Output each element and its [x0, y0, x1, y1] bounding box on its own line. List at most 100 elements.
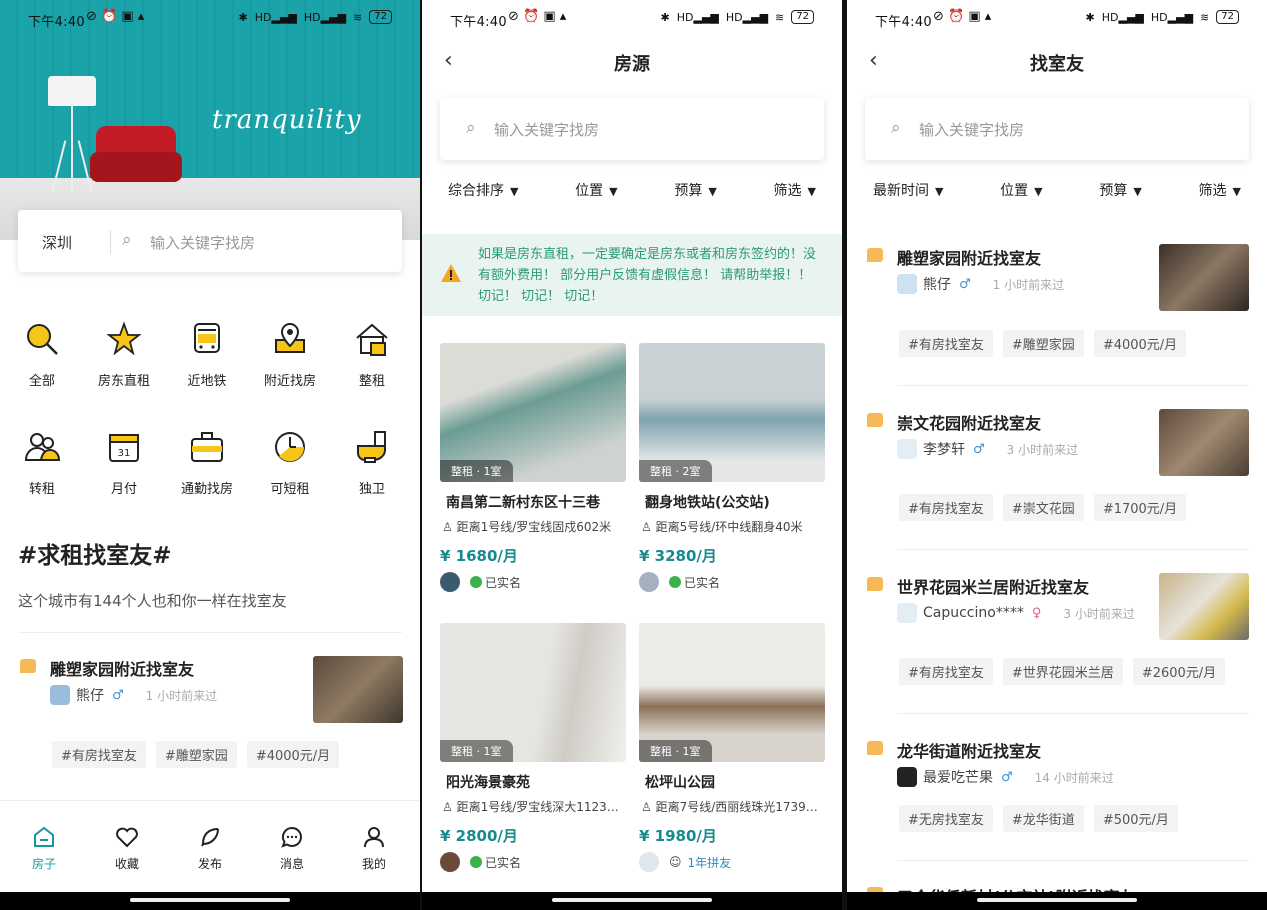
tab-house[interactable]: 房子: [14, 825, 74, 872]
filter-location[interactable]: 位置 ▼: [575, 180, 617, 212]
status-icons-left: ⊘ ⏰ ▣ ▴: [86, 9, 145, 24]
avatar: [639, 572, 659, 592]
category-commute[interactable]: 通勤找房: [165, 428, 249, 497]
category-all[interactable]: 全部: [0, 320, 84, 389]
post-user: Capuccino**** ♀ 3 小时前来过: [897, 603, 1135, 623]
caret-down-icon: ▼: [1232, 185, 1241, 198]
post-thumbnail: [1159, 573, 1249, 640]
search-icon: [27, 324, 58, 355]
tag[interactable]: #世界花园米兰居: [1002, 658, 1123, 685]
filter-newest[interactable]: 最新时间 ▼: [873, 180, 943, 212]
post-tags: #有房找室友 #崇文花园 #1700元/月: [899, 494, 1187, 521]
divider: [897, 385, 1249, 386]
home-indicator[interactable]: [422, 892, 842, 910]
post-user: 熊仔 ♂ 1 小时前来过: [897, 274, 1064, 294]
post-user: 李梦轩 ♂ 3 小时前来过: [897, 439, 1078, 459]
tag[interactable]: #雕塑家园: [1002, 330, 1084, 357]
listing-card[interactable]: 整租 · 1室 松坪山公园 ♙ 距离7号线/西丽线珠光1739… ¥ 1980/…: [639, 623, 825, 872]
filter-budget[interactable]: 预算 ▼: [674, 180, 716, 212]
search-bar: ⌕ 输入关键字找房: [440, 98, 824, 160]
home-indicator[interactable]: [847, 892, 1267, 910]
filter-more[interactable]: 筛选 ▼: [1199, 180, 1241, 212]
filter-location[interactable]: 位置 ▼: [1000, 180, 1042, 212]
battery-icon: 72: [791, 10, 814, 24]
tag[interactable]: #4000元/月: [1093, 330, 1187, 357]
tag[interactable]: #4000元/月: [246, 741, 340, 768]
category-label: 整租: [358, 374, 385, 389]
tag[interactable]: #1700元/月: [1093, 494, 1187, 521]
last-seen: 1 小时前来过: [145, 688, 218, 703]
listing-name: 翻身地铁站(公交站): [645, 495, 770, 511]
avatar: [897, 603, 917, 623]
category-sublet[interactable]: 转租: [0, 428, 84, 497]
caret-down-icon: ▼: [1034, 185, 1043, 198]
post-tags: #有房找室友 #雕塑家园 #4000元/月: [52, 741, 340, 768]
tag[interactable]: #无房找室友: [899, 805, 993, 832]
tab-label: 房子: [31, 857, 56, 871]
filter-more[interactable]: 筛选 ▼: [774, 180, 816, 212]
wifi-icon: ≋: [1200, 10, 1210, 24]
category-whole-rent[interactable]: 整租: [330, 320, 414, 389]
post-thumbnail: [1159, 244, 1249, 311]
signal-icon: HD▂▄▆: [254, 10, 297, 24]
search-input[interactable]: 输入关键字找房: [494, 119, 599, 140]
user-icon: [364, 827, 384, 848]
signal-icon: HD▂▄▆: [1150, 10, 1194, 24]
listing-photo: 整租 · 1室: [440, 343, 626, 482]
category-landlord[interactable]: 房东直租: [82, 320, 166, 389]
tab-publish[interactable]: 发布: [180, 825, 240, 872]
divider: [18, 632, 402, 633]
tag[interactable]: #有房找室友: [52, 741, 146, 768]
filter-budget[interactable]: 预算 ▼: [1099, 180, 1141, 212]
tag[interactable]: #2600元/月: [1132, 658, 1226, 685]
briefcase-icon: [191, 432, 223, 462]
search-input[interactable]: 输入关键字找房: [150, 232, 255, 253]
tag[interactable]: #有房找室友: [899, 330, 993, 357]
listing-badge: 整租 · 1室: [440, 740, 513, 762]
category-label: 独卫: [358, 482, 385, 497]
category-near-subway[interactable]: 近地铁: [165, 320, 249, 389]
category-short-term[interactable]: 可短租: [248, 428, 332, 497]
warning-notice: 如果是房东直租，一定要确定是房东或者和房东签约的！没有额外费用！ 部分用户反馈有…: [422, 234, 842, 316]
city-selector[interactable]: 深圳: [42, 232, 72, 253]
last-seen: 1 小时前来过: [992, 277, 1065, 292]
warning-icon: [441, 264, 461, 282]
bottom-tab-bar: 房子 收藏 发布 消息 我的: [0, 800, 420, 892]
tab-label: 发布: [197, 857, 222, 871]
male-icon: ♂: [973, 441, 985, 457]
tab-profile[interactable]: 我的: [344, 825, 404, 872]
verified-icon: [470, 856, 482, 868]
tag[interactable]: #雕塑家园: [155, 741, 237, 768]
category-monthly[interactable]: 31 月付: [82, 428, 166, 497]
listing-distance: ♙ 距离1号线/罗宝线固戍602米: [442, 520, 612, 534]
tag[interactable]: #有房找室友: [899, 658, 993, 685]
feather-icon: [201, 828, 219, 847]
section-title: #求租找室友#: [18, 543, 172, 569]
tag[interactable]: #崇文花园: [1002, 494, 1084, 521]
status-icons-right: ✱ HD▂▄▆ HD▂▄▆ ≋ 72: [1086, 10, 1239, 24]
home-indicator[interactable]: [0, 892, 420, 910]
signal-icon: HD▂▄▆: [725, 10, 769, 24]
search-input[interactable]: 输入关键字找房: [919, 119, 1024, 140]
page-title: 找室友: [1030, 54, 1084, 75]
nav-bar: ‹ 找室友: [847, 40, 1267, 84]
listing-card[interactable]: 整租 · 1室 南昌第二新村东区十三巷 ♙ 距离1号线/罗宝线固戍602米 ¥ …: [440, 343, 626, 592]
status-bar: 下午4:40 ⊘ ⏰ ▣ ▴ ✱ HD▂▄▆ HD▂▄▆ ≋ 72: [847, 0, 1267, 38]
tag[interactable]: #有房找室友: [899, 494, 993, 521]
caret-down-icon: ▼: [609, 185, 618, 198]
tab-favorites[interactable]: 收藏: [97, 825, 157, 872]
category-nearby[interactable]: 附近找房: [248, 320, 332, 389]
flag-icon: [867, 248, 883, 262]
bluetooth-icon: ✱: [1085, 10, 1095, 24]
filter-sort[interactable]: 综合排序 ▼: [448, 180, 518, 212]
category-label: 转租: [28, 482, 55, 497]
listing-card[interactable]: 整租 · 1室 阳光海景豪苑 ♙ 距离1号线/罗宝线深大1123… ¥ 2800…: [440, 623, 626, 872]
chat-icon: [281, 826, 302, 848]
tab-messages[interactable]: 消息: [262, 825, 322, 872]
tag[interactable]: #龙华街道: [1002, 805, 1084, 832]
category-private-bath[interactable]: 独卫: [330, 428, 414, 497]
listing-card[interactable]: 整租 · 2室 翻身地铁站(公交站) ♙ 距离5号线/环中线翻身40米 ¥ 32…: [639, 343, 825, 592]
caret-down-icon: ▼: [510, 185, 519, 198]
lamp-pole: [71, 104, 73, 192]
tag[interactable]: #500元/月: [1093, 805, 1178, 832]
